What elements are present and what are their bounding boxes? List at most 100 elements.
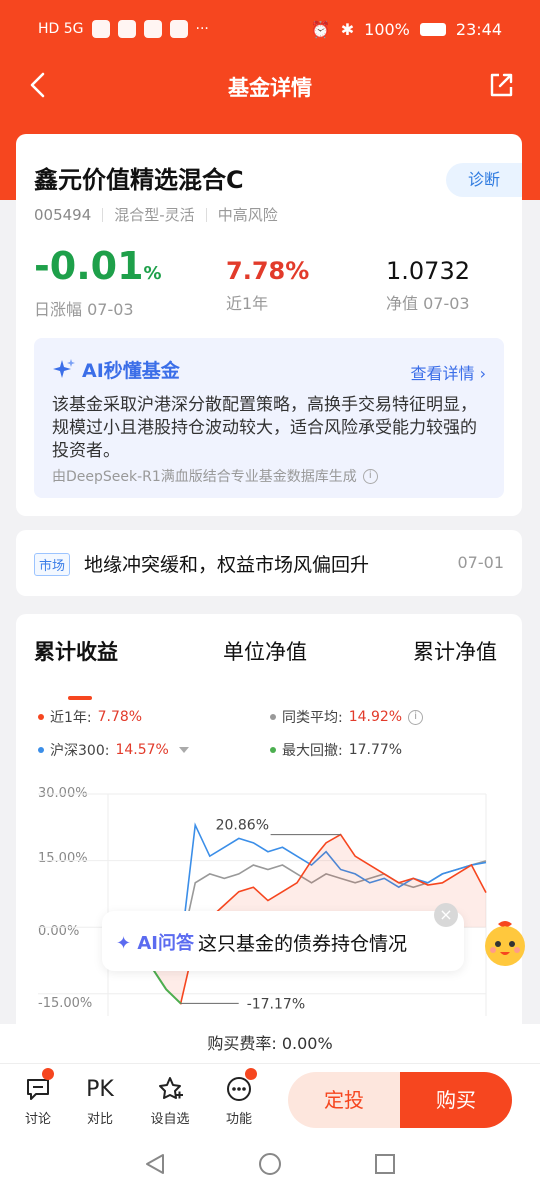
recents-square-icon[interactable] [373,1152,397,1176]
add-watchlist-button[interactable]: 设自选 [145,1074,195,1127]
pk-icon: PK [86,1076,114,1102]
legend-item-peer-avg: 同类平均: 14.92% i [270,707,424,727]
functions-button[interactable]: 功能 [214,1074,264,1127]
watchlist-label: 设自选 [150,1112,190,1127]
discuss-label: 讨论 [24,1112,51,1127]
legend-label: 同类平均: [282,710,343,726]
legend-dot [38,747,44,753]
tab-unit-nav[interactable]: 单位净值 [223,636,307,666]
legend-dot [270,714,276,720]
legend-dot [38,714,44,720]
legend-item-1y: 近1年: 7.78% [38,707,142,727]
ai-summary-title: AI秒懂基金 [82,360,180,382]
ai-source: 由DeepSeek-R1满血版结合专业基金数据库生成 i [52,466,378,486]
day-change-stat: -0.01% 日涨幅 07-03 [34,244,162,320]
fund-code: 005494 [34,205,92,224]
navigation-bar: 基金详情 [0,62,540,112]
network-indicator: HD 5G [38,21,84,37]
ai-ask-label-text: AI问答 [137,933,194,954]
home-circle-icon[interactable] [258,1152,282,1176]
bottom-action-bar: 讨论 PK 对比 设自选 功能 定投 购买 [0,1064,540,1134]
discuss-button[interactable]: 讨论 [13,1074,63,1127]
fund-summary-card: 鑫元价值精选混合C 诊断 005494 混合型-灵活 中高风险 -0.01% 日… [16,134,522,516]
year-return-value: 7.78% [226,257,310,285]
day-change-label: 日涨幅 07-03 [34,300,134,319]
year-return-label: 近1年 [226,294,269,313]
ai-ask-label: ✦ AI问答 [116,933,194,954]
divider [102,207,104,222]
close-icon[interactable]: × [434,903,458,927]
system-navigation-bar [0,1134,540,1194]
app-icon [169,20,188,38]
back-triangle-icon[interactable] [143,1152,167,1176]
ai-ask-bubble[interactable]: ✦ AI问答 这只基金的债券持仓情况 × [102,903,464,971]
legend-value: 7.78% [97,709,143,725]
day-change-unit: % [143,263,162,284]
status-bar: HD 5G ··· ⏰ ✱ 100% 23:44 [0,0,540,62]
news-date: 07-01 [457,553,505,572]
legend-item-csi300[interactable]: 沪深300: 14.57% [38,740,189,760]
compare-button[interactable]: PK 对比 [75,1074,125,1128]
legend-label: 沪深300: [50,743,110,759]
fund-name: 鑫元价值精选混合C [34,166,244,194]
caret-down-icon [178,747,189,753]
app-icon [91,20,110,38]
battery-percent: 100% [364,20,410,39]
page-title: 基金详情 [228,76,312,100]
bluetooth-icon: ✱ [340,20,355,39]
clock: 23:44 [455,20,502,39]
ai-ask-question: 这只基金的债券持仓情况 [198,933,408,955]
diagnose-button[interactable]: 诊断 [446,163,522,197]
divider [205,207,207,222]
ai-summary-panel: AI秒懂基金 查看详情 › 该基金采取沪港深分散配置策略，高换手交易特征明显，规… [34,338,504,498]
chevron-right-icon: › [479,364,486,383]
legend-value: 14.92% [348,709,403,725]
info-icon[interactable]: i [408,709,424,725]
legend-dot [270,747,276,753]
battery-icon [419,23,446,36]
notification-dot [42,1068,54,1080]
legend-value: 17.77% [348,742,403,758]
news-tag: 市场 [34,553,71,576]
functions-label: 功能 [225,1112,252,1127]
view-details-link[interactable]: 查看详情 › [410,360,486,384]
chart-tabs: 累计收益 单位净值 累计净值 [16,636,522,700]
view-details-label: 查看详情 [410,364,475,383]
fund-type: 混合型-灵活 [114,206,195,224]
more-dots-icon: ··· [195,21,209,37]
active-tab-indicator [68,696,92,700]
day-change-value: -0.01 [34,244,144,288]
legend-label: 近1年: [50,710,92,726]
app-icon [143,20,162,38]
info-icon[interactable]: i [362,468,378,484]
notification-dot [245,1068,257,1080]
fund-meta: 005494 混合型-灵活 中高风险 [34,204,278,225]
nav-stat: 1.0732 净值 07-03 [386,256,470,314]
fund-risk: 中高风险 [217,206,278,224]
legend-item-max-drawdown: 最大回撤: 17.77% [270,740,402,760]
ai-source-text: 由DeepSeek-R1满血版结合专业基金数据库生成 [52,469,357,485]
annotation-label-1: -17.17% [247,996,305,1012]
nav-label: 净值 07-03 [386,294,470,313]
ai-summary-text: 该基金采取沪港深分散配置策略，高换手交易特征明显，规模过小且港股持仓波动较大，适… [52,395,477,461]
tab-cumulative-nav[interactable]: 累计净值 [413,636,497,666]
tab-cumulative-return[interactable]: 累计收益 [34,636,118,666]
news-headline: 地缘冲突缓和，权益市场风偏回升 [84,554,370,576]
alarm-icon: ⏰ [310,20,331,39]
auto-invest-button[interactable]: 定投 [288,1072,400,1128]
news-card[interactable]: 市场 地缘冲突缓和，权益市场风偏回升 07-01 [16,530,522,596]
nav-value: 1.0732 [386,257,470,285]
year-return-stat: 7.78% 近1年 [226,256,309,314]
legend-label: 最大回撤: [282,743,343,759]
buy-button[interactable]: 购买 [400,1072,512,1128]
annotation-label-0: 20.86% [216,818,269,834]
compare-label: 对比 [86,1112,113,1127]
app-icon [117,20,136,38]
mascot-icon[interactable] [478,916,532,970]
sparkle-icon [53,358,75,378]
purchase-fee: 购买费率: 0.00% [0,1024,540,1064]
performance-card: 累计收益 单位净值 累计净值 近1年: 7.78% 同类平均: 14.92% i 沪… [16,614,522,1084]
legend-value: 14.57% [115,742,169,758]
star-plus-icon [159,1077,183,1099]
share-icon[interactable] [486,70,516,100]
